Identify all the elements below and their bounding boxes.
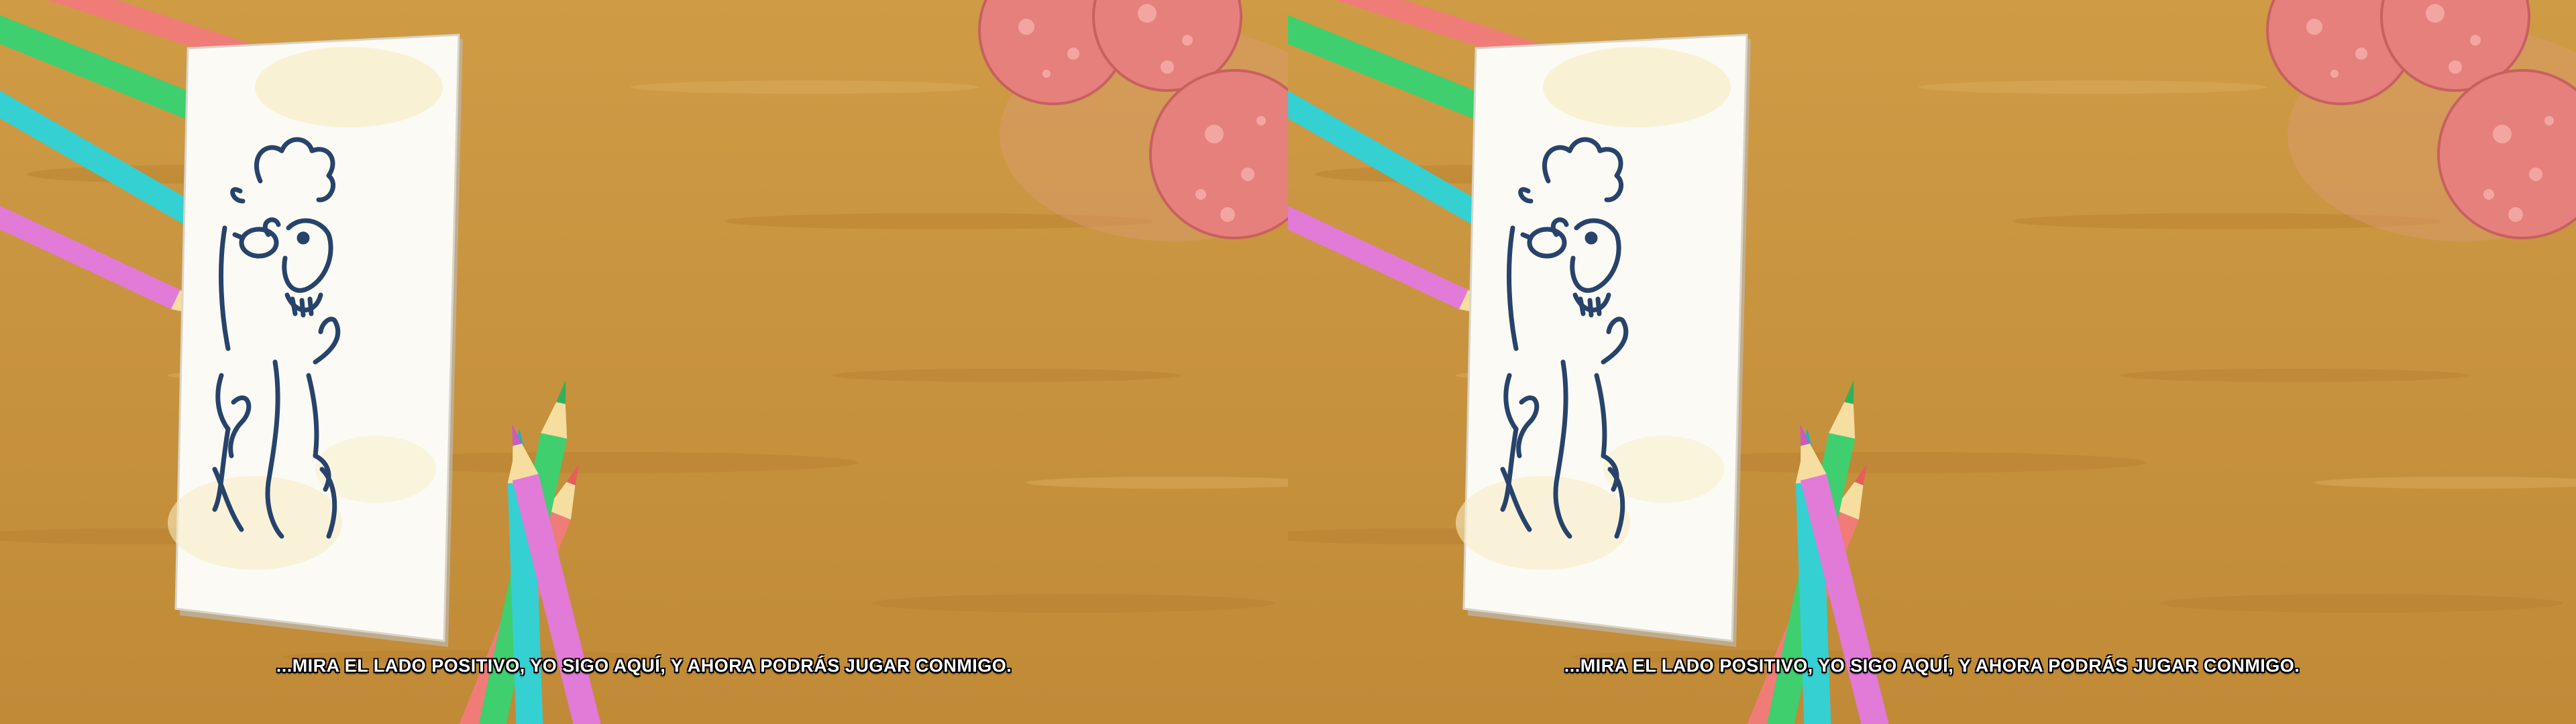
right-eye-view: ...MIRA EL LADO POSITIVO, YO SIGO AQUÍ, … bbox=[1288, 0, 2576, 724]
left-eye-view: ...MIRA EL LADO POSITIVO, YO SIGO AQUÍ, … bbox=[0, 0, 1288, 724]
game-scene-right bbox=[1288, 0, 2576, 724]
dialogue-subtitle: ...MIRA EL LADO POSITIVO, YO SIGO AQUÍ, … bbox=[276, 656, 1012, 676]
dialogue-subtitle: ...MIRA EL LADO POSITIVO, YO SIGO AQUÍ, … bbox=[1564, 656, 2300, 676]
paper-sheet-icon bbox=[168, 34, 463, 647]
game-scene bbox=[0, 0, 1288, 724]
paper-sheet-icon bbox=[1456, 34, 1751, 647]
